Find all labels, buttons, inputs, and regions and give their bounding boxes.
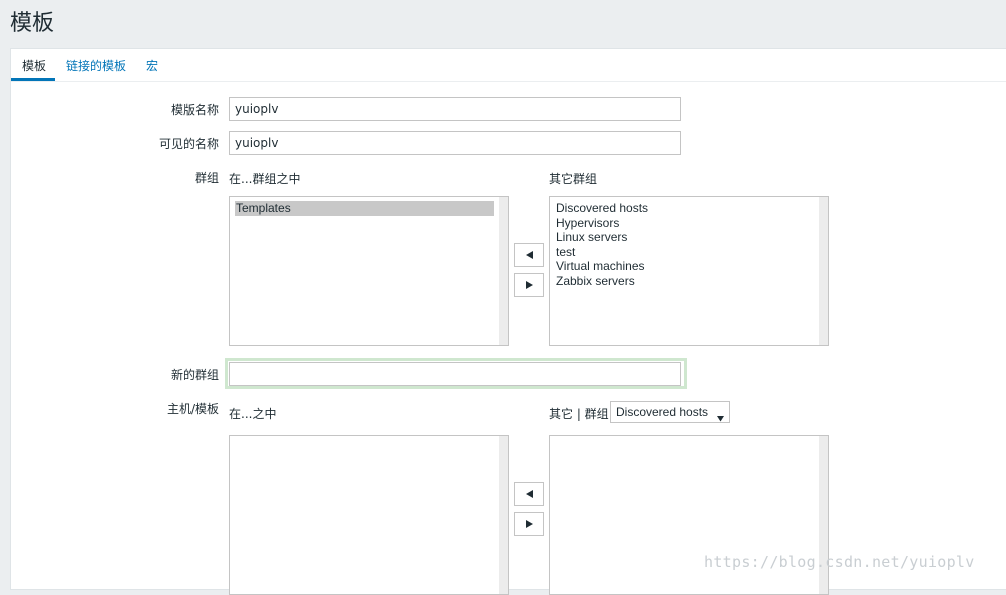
move-left-button-hosts[interactable] — [514, 482, 544, 506]
list-item[interactable]: Hypervisors — [555, 216, 814, 231]
visible-name-input[interactable] — [229, 131, 681, 155]
triangle-left-icon — [525, 251, 533, 259]
template-form-panel: 模板 链接的模板 宏 模版名称 可见的名称 群组 在...群组之中 其它群组 T… — [10, 48, 1006, 595]
scrollbar[interactable] — [819, 197, 828, 345]
triangle-right-icon — [525, 281, 533, 289]
active-tab-indicator — [11, 78, 55, 81]
group-select-value: Discovered hosts — [616, 405, 709, 419]
groups-label: 群组 — [194, 171, 219, 185]
tab-template[interactable]: 模板 — [22, 57, 46, 74]
triangle-left-icon — [525, 490, 533, 498]
other-groups-label: 其它群组 — [549, 172, 598, 186]
scrollbar[interactable] — [499, 436, 508, 594]
template-name-input[interactable] — [229, 97, 681, 121]
visible-name-label: 可见的名称 — [158, 137, 219, 151]
list-item[interactable]: Virtual machines — [555, 259, 814, 274]
list-item[interactable]: Linux servers — [555, 230, 814, 245]
template-name-label: 模版名称 — [170, 103, 219, 117]
other-hosts-label: 其它 | 群组 — [549, 407, 609, 421]
list-item[interactable]: Templates — [235, 201, 494, 216]
in-groups-label: 在...群组之中 — [229, 172, 301, 186]
tab-linked-templates[interactable]: 链接的模板 — [66, 57, 126, 74]
other-groups-listbox[interactable]: Discovered hosts Hypervisors Linux serve… — [549, 196, 829, 346]
new-group-input[interactable] — [229, 362, 681, 386]
tab-macros[interactable]: 宏 — [146, 57, 158, 74]
list-item[interactable]: Discovered hosts — [555, 201, 814, 216]
move-left-button[interactable] — [514, 243, 544, 267]
in-hosts-listbox[interactable] — [229, 435, 509, 595]
in-hosts-label: 在...之中 — [229, 407, 277, 421]
group-select[interactable]: Discovered hosts — [610, 401, 730, 423]
other-hosts-listbox[interactable] — [549, 435, 829, 595]
scrollbar[interactable] — [499, 197, 508, 345]
move-right-button[interactable] — [514, 273, 544, 297]
move-right-button-hosts[interactable] — [514, 512, 544, 536]
watermark: https://blog.csdn.net/yuioplv — [704, 553, 975, 571]
triangle-right-icon — [525, 520, 533, 528]
list-item[interactable]: Zabbix servers — [555, 274, 814, 289]
hosts-templates-label: 主机/模板 — [166, 402, 219, 416]
new-group-label: 新的群组 — [170, 368, 219, 382]
list-item[interactable]: test — [555, 245, 814, 260]
in-groups-listbox[interactable]: Templates — [229, 196, 509, 346]
tab-bar: 模板 链接的模板 宏 — [11, 49, 1006, 82]
caret-down-icon — [717, 408, 724, 428]
page-title: 模板 — [10, 11, 55, 36]
